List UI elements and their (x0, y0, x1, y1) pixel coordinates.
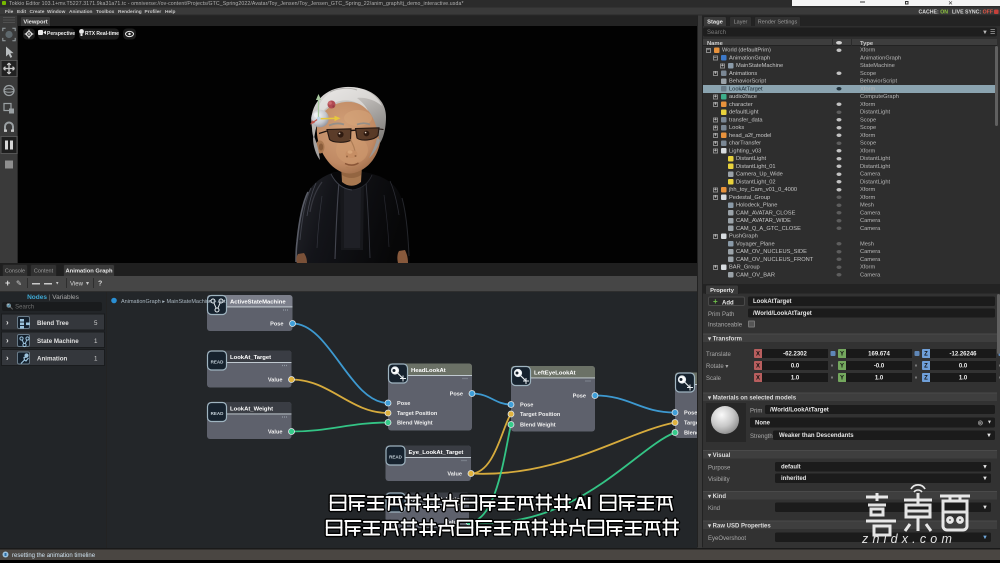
svg-text:LookAt_Target: LookAt_Target (230, 355, 271, 361)
svg-text:Pose: Pose (573, 394, 586, 400)
svg-text:HeadLookAt: HeadLookAt (411, 368, 446, 374)
svg-text:Blend Weight: Blend Weight (520, 423, 556, 429)
svg-text:⋯: ⋯ (462, 377, 468, 383)
svg-text:⋯: ⋯ (283, 308, 289, 314)
svg-text:READ: READ (211, 411, 225, 416)
svg-text:LookAt_Weight: LookAt_Weight (230, 406, 273, 412)
svg-text:Pose: Pose (397, 401, 410, 407)
svg-text:Pose: Pose (520, 403, 533, 409)
svg-text:⋯: ⋯ (282, 364, 288, 370)
svg-text:Target: Target (684, 421, 697, 427)
svg-text:READ: READ (389, 502, 403, 507)
svg-text:Value: Value (447, 472, 462, 478)
svg-text:⋯: ⋯ (282, 415, 288, 421)
svg-text:READ: READ (211, 360, 225, 365)
svg-text:Eye_LookAt_Target: Eye_LookAt_Target (409, 450, 464, 456)
svg-text:READ: READ (389, 455, 403, 460)
svg-text:Blend Weight: Blend Weight (397, 421, 433, 427)
svg-text:Blend W: Blend W (684, 431, 697, 437)
svg-text:Eye_LookAt_Weight: Eye_LookAt_Weight (409, 497, 466, 503)
svg-text:⋯: ⋯ (461, 459, 467, 465)
svg-text:⋯: ⋯ (459, 506, 465, 512)
svg-text:AnimationGraph ▸ MainStateMach: AnimationGraph ▸ MainStateMachine ▸ Act (121, 299, 226, 305)
svg-text:⋯: ⋯ (585, 379, 591, 385)
svg-text:LeftEyeLookAt: LeftEyeLookAt (534, 370, 576, 376)
svg-text:Target Position: Target Position (520, 412, 561, 418)
svg-text:Value: Value (445, 520, 460, 526)
svg-text:ActiveStateMachine: ActiveStateMachine (230, 299, 286, 305)
svg-text:Target Position: Target Position (397, 411, 438, 417)
svg-text:Value: Value (268, 430, 283, 436)
svg-text:Pose: Pose (684, 411, 697, 417)
svg-text:Value: Value (268, 378, 283, 384)
svg-text:Pose: Pose (270, 322, 283, 328)
svg-text:Pose: Pose (450, 392, 463, 398)
